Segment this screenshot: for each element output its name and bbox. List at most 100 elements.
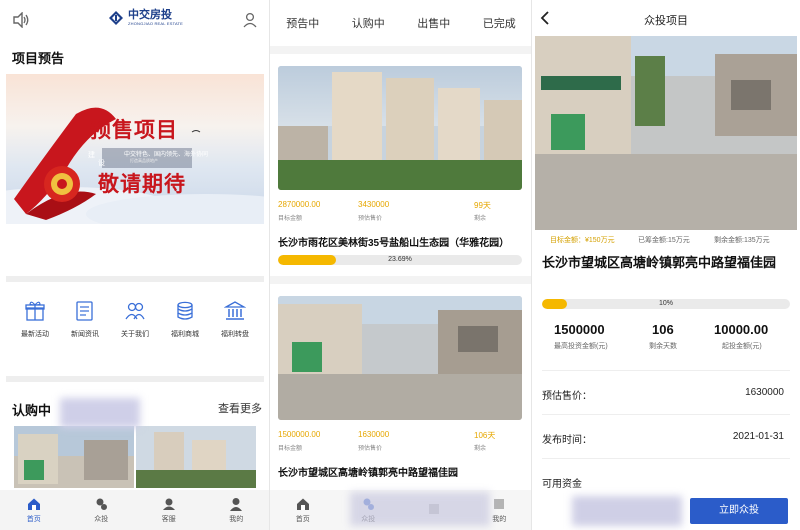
logo-name: 中交房投 <box>128 9 172 21</box>
target-amount: 目标金额：¥150万元 <box>550 237 615 244</box>
section-divider <box>6 376 264 382</box>
progress-text: 10% <box>658 300 673 307</box>
home-screen: 中交房投 ZHONGJIAO REAL ESTATE 项目预告 预售项目 建 设… <box>0 0 270 530</box>
menu-item-activities[interactable]: 最新活动 <box>12 300 58 350</box>
target-amount: 2870000.00 <box>278 200 321 209</box>
home-top-bar: 中交房投 ZHONGJIAO REAL ESTATE <box>0 0 270 40</box>
menu-item-wheel[interactable]: 福利转盘 <box>212 300 258 350</box>
preview-banner[interactable]: 预售项目 建 设 中交特色、国内领先、海外协同 打造高品质地产 敬请期待 <box>6 74 264 224</box>
tab-preview[interactable]: 预告中 <box>286 15 319 31</box>
menu-item-news[interactable]: 新闻资讯 <box>62 300 108 350</box>
home-icon <box>27 498 40 510</box>
banner-strip-subtext: 打造高品质地产 <box>130 158 158 163</box>
remaining-days-value: 106 <box>652 322 674 337</box>
bottom-tab-bar: 首页 众投 客服 我的 <box>0 490 270 530</box>
max-investment-label: 最高投资金额(元) <box>554 343 608 350</box>
estimated-price-label: 预估售价 <box>358 446 383 452</box>
blurred-area <box>350 492 490 526</box>
project-image <box>278 296 522 420</box>
row-value: 1630000 <box>745 387 784 398</box>
remaining-amount: 剩余金额:135万元 <box>714 237 770 244</box>
project-title: 长沙市雨花区美林街35号盐船山生态园（华雅花园） <box>278 238 510 249</box>
company-logo: 中交房投 ZHONGJIAO REAL ESTATE <box>108 10 183 26</box>
card-stats: 1500000.00 目标金额 1630000 预估售价 106天 剩余 <box>278 430 522 456</box>
target-amount: 1500000.00 <box>278 430 321 439</box>
status-tabs: 预告中 认购中 出售中 已完成 <box>270 0 532 46</box>
view-more-link[interactable]: 查看更多 <box>218 400 262 416</box>
project-detail-screen: 众投项目 目标金额：¥150万元 已筹金额:15万元 剩余金额:135万元 长沙… <box>532 0 800 530</box>
progress-text: 23.69% <box>388 256 412 263</box>
tab-subscribing[interactable]: 认购中 <box>352 15 385 31</box>
raised-amount: 已筹金额:15万元 <box>638 237 690 244</box>
remaining-days: 99天 <box>474 201 491 210</box>
service-icon <box>162 498 175 510</box>
funding-summary: 目标金额：¥150万元 已筹金额:15万元 剩余金额:135万元 <box>532 235 800 247</box>
target-amount-label: 目标金额 <box>278 216 303 222</box>
tab-home[interactable]: 首页 <box>270 490 336 530</box>
detail-header: 众投项目 <box>532 0 800 38</box>
invest-icon <box>96 498 108 510</box>
section-divider <box>6 276 264 282</box>
news-icon <box>76 301 93 321</box>
feature-menu: 最新活动 新闻资讯 关于我们 福利商城 福利转盘 <box>6 300 264 350</box>
row-value: 2021-01-31 <box>732 431 784 442</box>
people-icon <box>125 302 145 320</box>
logo-name-en: ZHONGJIAO REAL ESTATE <box>128 21 184 26</box>
info-row-publish-date: 发布时间： 2021-01-31 <box>542 414 790 458</box>
max-investment-value: 1500000 <box>554 322 605 337</box>
tab-completed[interactable]: 已完成 <box>483 15 516 31</box>
blurred-area <box>60 398 140 428</box>
tab-service[interactable]: 客服 <box>135 490 203 530</box>
menu-label: 福利商城 <box>171 331 199 338</box>
card-stats: 2870000.00 目标金额 3430000 预估售价 99天 剩余 <box>278 200 522 226</box>
remaining-days-label: 剩余 <box>474 446 487 452</box>
project-list-screen: 预告中 认购中 出售中 已完成 2870000.00 目标金额 3430000 … <box>270 0 532 530</box>
section-subscribing-title: 认购中 <box>12 403 52 418</box>
invest-now-button[interactable]: 立即众投 <box>690 498 788 524</box>
tab-label: 客服 <box>161 515 176 523</box>
tab-label: 我的 <box>229 515 244 523</box>
project-card[interactable]: 2870000.00 目标金额 3430000 预估售价 99天 剩余 长沙市雨… <box>270 54 532 276</box>
progress-bar: 23.69% <box>278 255 522 265</box>
estimated-price-label: 预估售价 <box>358 216 383 222</box>
menu-label: 最新活动 <box>21 331 49 338</box>
tab-home[interactable]: 首页 <box>0 490 68 530</box>
tab-profile[interactable]: 我的 <box>203 490 271 530</box>
blurred-area <box>572 496 682 526</box>
remaining-days-label: 剩余天数 <box>649 343 677 350</box>
banner-badge-1: 建 <box>88 152 95 159</box>
coins-icon <box>177 301 193 320</box>
row-label: 可用资金 <box>542 479 582 490</box>
estimated-price: 1630000 <box>358 430 390 439</box>
tab-label: 首页 <box>26 515 41 523</box>
section-preview-title: 项目预告 <box>12 51 65 66</box>
tab-label: 众投 <box>94 515 109 523</box>
menu-item-mall[interactable]: 福利商城 <box>162 300 208 350</box>
tab-on-sale[interactable]: 出售中 <box>417 15 450 31</box>
project-image <box>278 66 522 190</box>
banner-headline-2: 敬请期待 <box>98 173 186 196</box>
banner-strip-text: 中交特色、国内领先、海外协同 <box>124 152 209 158</box>
menu-label: 新闻资讯 <box>71 331 99 338</box>
project-photo <box>535 36 797 230</box>
remaining-days: 106天 <box>474 431 496 440</box>
profile-icon <box>494 498 505 509</box>
gift-icon <box>25 301 45 321</box>
menu-item-about[interactable]: 关于我们 <box>112 300 158 350</box>
user-icon[interactable] <box>242 12 258 28</box>
project-thumbnail[interactable] <box>136 426 256 488</box>
tab-label: 首页 <box>295 515 310 523</box>
detail-bottom-bar: 立即众投 <box>532 496 800 530</box>
banner-badge-2: 设 <box>98 160 105 167</box>
min-investment-label: 起投金额(元) <box>722 343 762 350</box>
logo-mark-icon <box>109 11 123 25</box>
tab-invest[interactable]: 众投 <box>68 490 136 530</box>
info-row-price: 预估售价： 1630000 <box>542 370 790 414</box>
tab-label: 我的 <box>492 515 507 523</box>
row-label: 发布时间： <box>542 435 592 446</box>
remaining-days-label: 剩余 <box>474 216 487 222</box>
speaker-icon[interactable] <box>12 12 30 28</box>
profile-icon <box>230 497 243 511</box>
bank-icon <box>224 301 246 320</box>
project-thumbnail[interactable] <box>14 426 134 488</box>
